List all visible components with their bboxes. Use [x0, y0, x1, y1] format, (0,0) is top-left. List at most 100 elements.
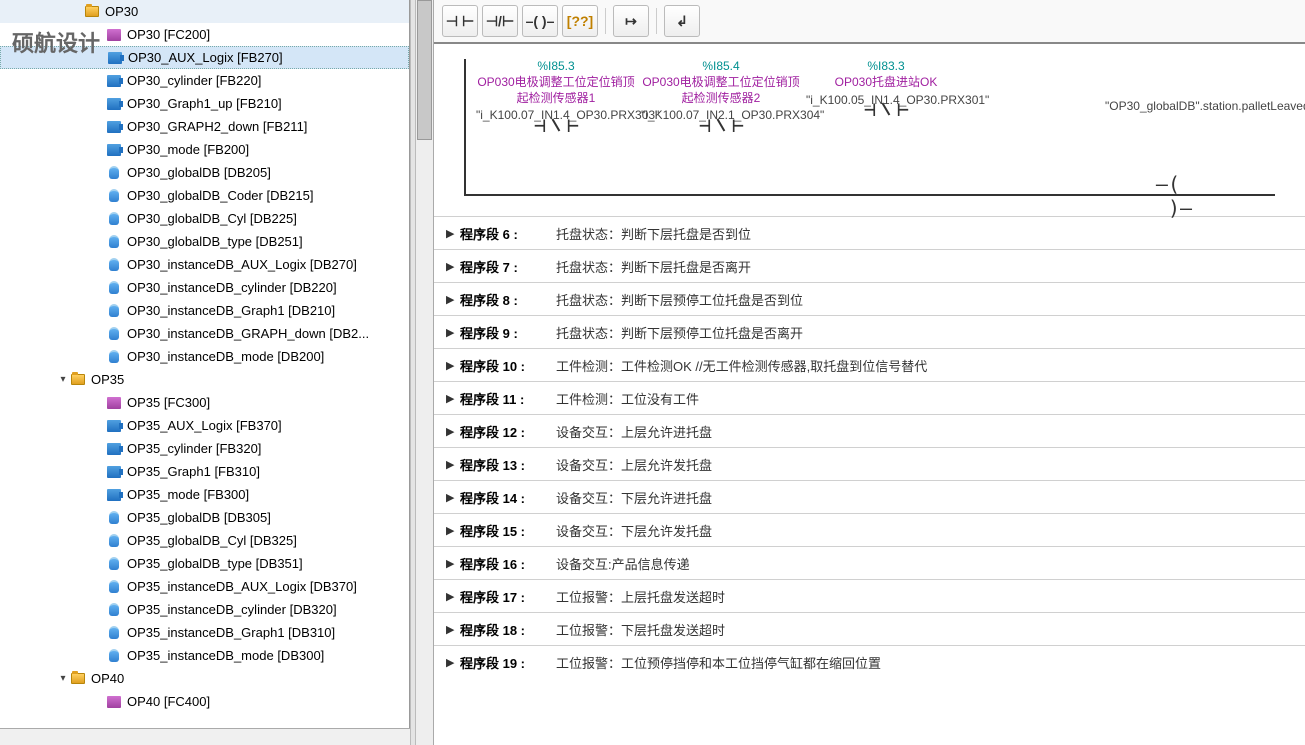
- toolbar-separator: [605, 8, 606, 34]
- expand-arrow-icon[interactable]: ▶: [446, 590, 460, 603]
- tree-item[interactable]: OP40 [FC400]: [0, 690, 409, 713]
- network-segment-header[interactable]: ▶程序段 12 :设备交互：上层允许进托盘: [434, 414, 1305, 447]
- tree-item-label: OP30_instanceDB_Graph1 [DB210]: [127, 303, 335, 318]
- tree-item[interactable]: OP30_instanceDB_Graph1 [DB210]: [0, 299, 409, 322]
- expand-arrow-icon[interactable]: ▾: [56, 374, 70, 385]
- tree-item[interactable]: OP30_instanceDB_cylinder [DB220]: [0, 276, 409, 299]
- tree-item[interactable]: OP30_instanceDB_GRAPH_down [DB2...: [0, 322, 409, 345]
- expand-arrow-icon[interactable]: ▶: [446, 359, 460, 372]
- tree-item[interactable]: OP35_instanceDB_Graph1 [DB310]: [0, 621, 409, 644]
- tree-item[interactable]: OP30_globalDB [DB205]: [0, 161, 409, 184]
- fb-icon: [107, 50, 123, 66]
- tree-item[interactable]: OP30_AUX_Logix [FB270]: [0, 46, 409, 69]
- tree-item[interactable]: OP35_globalDB [DB305]: [0, 506, 409, 529]
- tree-item[interactable]: OP30_GRAPH2_down [FB211]: [0, 115, 409, 138]
- network-segment-header[interactable]: ▶程序段 18 :工位报警：下层托盘发送超时: [434, 612, 1305, 645]
- network-scroll-area[interactable]: %I85.3OP030电极调整工位定位销顶起检测传感器1"i_K100.07_I…: [434, 44, 1305, 745]
- network-segment-header[interactable]: ▶程序段 19 :工位报警：工位预停挡停和本工位挡停气缸都在缩回位置: [434, 645, 1305, 678]
- nc-contact[interactable]: %I85.3OP030电极调整工位定位销顶起检测传感器1"i_K100.07_I…: [476, 59, 636, 124]
- scrollbar-thumb[interactable]: [417, 0, 432, 140]
- network-segment-header[interactable]: ▶程序段 8 :托盘状态：判断下层预停工位托盘是否到位: [434, 282, 1305, 315]
- tool-no-contact[interactable]: ⊣ ⊢: [442, 5, 478, 37]
- tree-item-label: OP30_globalDB [DB205]: [127, 165, 271, 180]
- expand-arrow-icon[interactable]: ▾: [56, 673, 70, 684]
- tree-item[interactable]: ▾OP35: [0, 368, 409, 391]
- expand-arrow-icon[interactable]: ▶: [446, 524, 460, 537]
- expand-arrow-icon[interactable]: ▶: [446, 623, 460, 636]
- tool-box[interactable]: [??]: [562, 5, 598, 37]
- tree-item[interactable]: OP35_instanceDB_cylinder [DB320]: [0, 598, 409, 621]
- tree-item[interactable]: OP30: [0, 0, 409, 23]
- network-segment-header[interactable]: ▶程序段 16 :设备交互:产品信息传递: [434, 546, 1305, 579]
- expand-arrow-icon[interactable]: ▶: [446, 458, 460, 471]
- network-segment-header[interactable]: ▶程序段 17 :工位报警：上层托盘发送超时: [434, 579, 1305, 612]
- nc-contact[interactable]: %I85.4OP030电极调整工位定位销顶起检测传感器2"i_K100.07_I…: [641, 59, 801, 124]
- contact-address: %I83.3: [806, 59, 966, 73]
- tree-item-label: OP35_instanceDB_mode [DB300]: [127, 648, 324, 663]
- tree-item[interactable]: OP30_Graph1_up [FB210]: [0, 92, 409, 115]
- nc-contact[interactable]: %I83.3OP030托盘进站OK"i_K100.05_IN1.4_OP30.P…: [806, 59, 966, 108]
- ladder-network[interactable]: %I85.3OP030电极调整工位定位销顶起检测传感器1"i_K100.07_I…: [434, 44, 1305, 216]
- tree-item-label: OP40: [91, 671, 124, 686]
- expand-arrow-icon[interactable]: ▶: [446, 326, 460, 339]
- horizontal-scrollbar[interactable]: [0, 728, 410, 745]
- expand-arrow-icon[interactable]: ▶: [446, 425, 460, 438]
- expand-arrow-icon[interactable]: ▶: [446, 260, 460, 273]
- network-segment-header[interactable]: ▶程序段 6 :托盘状态：判断下层托盘是否到位: [434, 216, 1305, 249]
- tool-branch-open[interactable]: ↦: [613, 5, 649, 37]
- editor-scrollbar[interactable]: [416, 0, 434, 745]
- segment-title: 程序段 13 :: [460, 455, 550, 474]
- tree-item[interactable]: OP30_mode [FB200]: [0, 138, 409, 161]
- tree-item-label: OP30: [105, 4, 138, 19]
- tree-item[interactable]: OP35_mode [FB300]: [0, 483, 409, 506]
- nc-contact-symbol-icon: ⊣ ⊢: [534, 113, 578, 137]
- tree-item[interactable]: OP30_globalDB_Cyl [DB225]: [0, 207, 409, 230]
- tree-item-label: OP30_Graph1_up [FB210]: [127, 96, 282, 111]
- tree-item[interactable]: OP35_globalDB_Cyl [DB325]: [0, 529, 409, 552]
- segment-description: 设备交互：下层允许发托盘: [556, 521, 712, 540]
- network-segment-header[interactable]: ▶程序段 10 :工件检测：工件检测OK //无工件检测传感器,取托盘到位信号替…: [434, 348, 1305, 381]
- tool-coil[interactable]: –( )–: [522, 5, 558, 37]
- tool-branch-close[interactable]: ↲: [664, 5, 700, 37]
- tree-item[interactable]: OP35_Graph1 [FB310]: [0, 460, 409, 483]
- tree-item[interactable]: OP35_AUX_Logix [FB370]: [0, 414, 409, 437]
- expand-arrow-icon[interactable]: ▶: [446, 656, 460, 669]
- network-segment-header[interactable]: ▶程序段 15 :设备交互：下层允许发托盘: [434, 513, 1305, 546]
- tree-item[interactable]: OP30_globalDB_type [DB251]: [0, 230, 409, 253]
- tree-item[interactable]: OP30_instanceDB_mode [DB200]: [0, 345, 409, 368]
- network-segment-header[interactable]: ▶程序段 14 :设备交互：下层允许进托盘: [434, 480, 1305, 513]
- segment-description: 设备交互：上层允许进托盘: [556, 422, 712, 441]
- tree-item[interactable]: OP30 [FC200]: [0, 23, 409, 46]
- expand-arrow-icon[interactable]: ▶: [446, 491, 460, 504]
- expand-arrow-icon[interactable]: ▶: [446, 227, 460, 240]
- contact-comment: OP030电极调整工位定位销顶起检测传感器1: [476, 75, 636, 106]
- contact-address: %I85.4: [641, 59, 801, 73]
- tree-item-label: OP35_cylinder [FB320]: [127, 441, 261, 456]
- tree-item[interactable]: OP30_globalDB_Coder [DB215]: [0, 184, 409, 207]
- network-segment-header[interactable]: ▶程序段 11 :工件检测：工位没有工件: [434, 381, 1305, 414]
- tree-item[interactable]: ▾ OP40: [0, 667, 409, 690]
- network-segment-header[interactable]: ▶程序段 13 :设备交互：上层允许发托盘: [434, 447, 1305, 480]
- project-tree-panel[interactable]: OP30OP30 [FC200]OP30_AUX_Logix [FB270]OP…: [0, 0, 410, 745]
- tree-item[interactable]: OP35_cylinder [FB320]: [0, 437, 409, 460]
- tree-item-label: OP35_AUX_Logix [FB370]: [127, 418, 282, 433]
- tree-item[interactable]: OP35 [FC300]: [0, 391, 409, 414]
- toolbar-separator: [656, 8, 657, 34]
- tree-item[interactable]: OP35_globalDB_type [DB351]: [0, 552, 409, 575]
- fb-icon: [106, 96, 122, 112]
- tree-item[interactable]: OP35_instanceDB_AUX_Logix [DB370]: [0, 575, 409, 598]
- network-segment-header[interactable]: ▶程序段 9 :托盘状态：判断下层预停工位托盘是否离开: [434, 315, 1305, 348]
- segment-description: 工件检测：工位没有工件: [556, 389, 699, 408]
- tree-item[interactable]: OP30_instanceDB_AUX_Logix [DB270]: [0, 253, 409, 276]
- tree-item[interactable]: OP30_cylinder [FB220]: [0, 69, 409, 92]
- expand-arrow-icon[interactable]: ▶: [446, 557, 460, 570]
- fb-icon: [106, 418, 122, 434]
- expand-arrow-icon[interactable]: ▶: [446, 392, 460, 405]
- output-coil[interactable]: "OP30_globalDB".station.palletLeaved_up …: [1105, 99, 1255, 115]
- network-segment-header[interactable]: ▶程序段 7 :托盘状态：判断下层托盘是否离开: [434, 249, 1305, 282]
- db-icon: [106, 211, 122, 227]
- tree-item[interactable]: OP35_instanceDB_mode [DB300]: [0, 644, 409, 667]
- tree-item-label: OP30 [FC200]: [127, 27, 210, 42]
- expand-arrow-icon[interactable]: ▶: [446, 293, 460, 306]
- tool-nc-contact[interactable]: ⊣/⊢: [482, 5, 518, 37]
